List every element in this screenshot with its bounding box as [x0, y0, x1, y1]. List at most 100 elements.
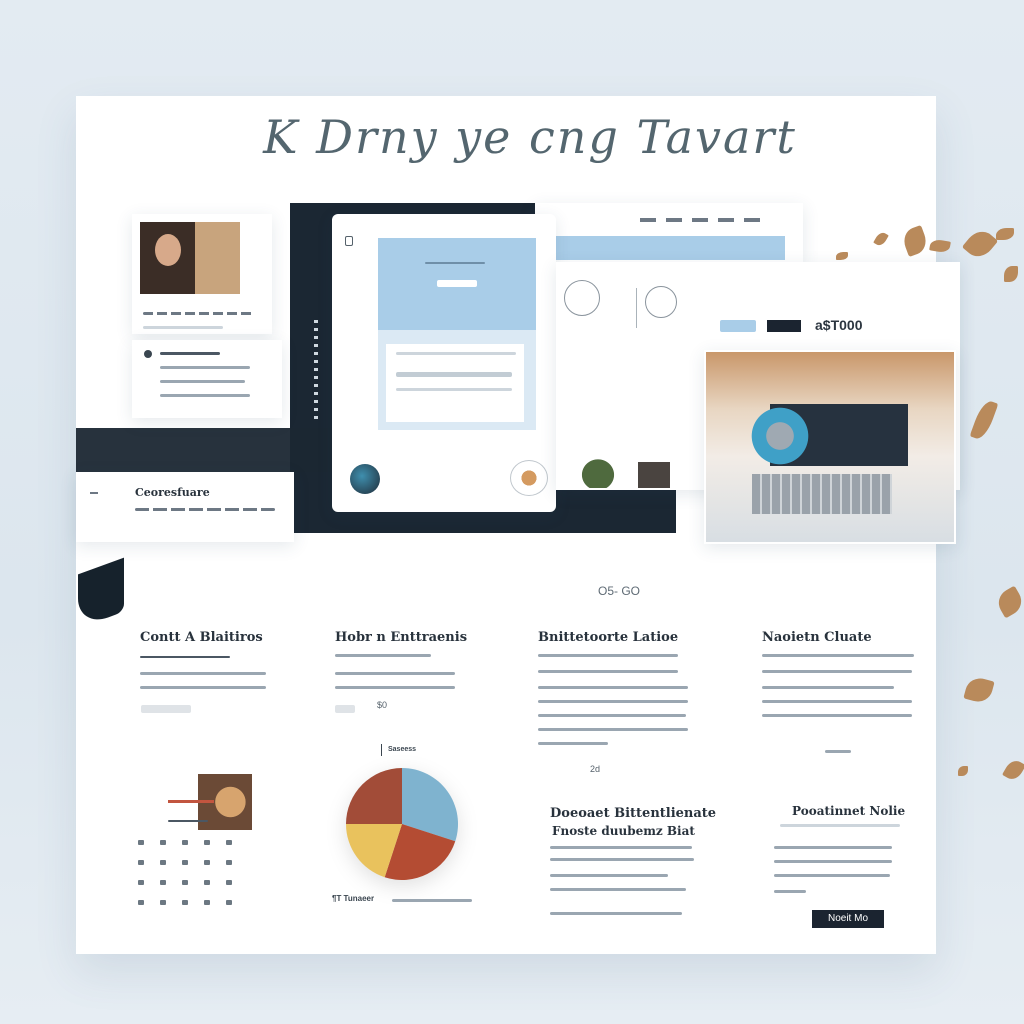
- calendar-title-line: [168, 820, 208, 822]
- calendar-day[interactable]: [160, 840, 166, 845]
- pie-caption: ¶T Tunaeer: [332, 894, 375, 903]
- mid-card-title: Doeoaet Bittentlienate: [550, 806, 717, 821]
- calendar-day[interactable]: [204, 880, 210, 885]
- calendar-day[interactable]: [204, 900, 210, 905]
- calendar-day[interactable]: [160, 860, 166, 865]
- mid-card-line: [550, 912, 682, 915]
- thumbnail-image: [638, 462, 670, 488]
- pie-caption-line: [392, 899, 472, 902]
- price-tag: a$T000: [815, 317, 863, 333]
- column-line: [538, 728, 688, 731]
- left-footer-line: [135, 508, 275, 511]
- play-icon[interactable]: [748, 404, 812, 468]
- right-card-line: [774, 874, 890, 877]
- column-heading-2: Hobr n Enttraenis: [335, 630, 468, 645]
- tablet-hero-line: [425, 262, 485, 264]
- calendar-day[interactable]: [226, 840, 232, 845]
- feature-circle-icon: [564, 280, 600, 316]
- leaf-decoration: [961, 225, 999, 263]
- tablet-form-field[interactable]: [396, 352, 516, 355]
- column-line: [762, 700, 912, 703]
- browser-hero-strip: [555, 236, 785, 260]
- feature-circle-icon-2: [645, 286, 677, 318]
- column-heading-4: Naoietn Cluate: [762, 630, 872, 645]
- left-footer-card: [76, 472, 294, 542]
- right-card-line: [774, 860, 892, 863]
- calendar-day[interactable]: [138, 860, 144, 865]
- calendar-grid[interactable]: [138, 840, 256, 920]
- tablet-form-field[interactable]: [396, 388, 512, 391]
- column-line: [762, 686, 894, 689]
- right-card-title: Pooatinnet Nolie: [792, 804, 906, 818]
- browser-nav-links[interactable]: [640, 218, 760, 222]
- laptop-keyboard: [752, 474, 892, 514]
- profile-face: [155, 234, 181, 266]
- calendar-day[interactable]: [138, 840, 144, 845]
- column-line: [538, 742, 608, 745]
- list-icon: [144, 350, 152, 358]
- calendar-day[interactable]: [226, 880, 232, 885]
- calendar-day[interactable]: [204, 860, 210, 865]
- mid-card-line: [550, 858, 694, 861]
- leaf-decoration: [958, 766, 968, 776]
- tag-button[interactable]: [720, 320, 756, 332]
- calendar-day[interactable]: [182, 860, 188, 865]
- mid-card-line: [550, 874, 668, 877]
- calendar-day[interactable]: [226, 900, 232, 905]
- right-card-line: [774, 890, 806, 893]
- list-row: [160, 394, 250, 397]
- plant-image: [566, 444, 630, 488]
- calendar-day[interactable]: [138, 880, 144, 885]
- center-caption: O5- GO: [598, 584, 641, 598]
- leaf-decoration: [996, 228, 1014, 240]
- leaf-decoration: [1002, 757, 1024, 783]
- column-heading-3: Bnittetoorte Latioe: [538, 630, 679, 645]
- calendar-day[interactable]: [226, 860, 232, 865]
- column-heading-1: Contt A Blaitiros: [140, 630, 263, 645]
- leaf-decoration: [969, 398, 999, 442]
- leaf-decoration: [993, 585, 1024, 619]
- mid-card-line: [550, 888, 686, 891]
- dark-strip: [76, 428, 336, 472]
- column-line: [762, 714, 912, 717]
- left-footer-heading: Ceoresfuare: [135, 486, 210, 499]
- list-row: [160, 352, 220, 355]
- column-line: [538, 700, 688, 703]
- column-line: [335, 672, 455, 675]
- pie-legend-marker: [381, 744, 382, 756]
- column-line: [140, 656, 230, 658]
- dot-rail: [314, 320, 318, 420]
- column-line: [762, 654, 914, 657]
- tablet-hero-button[interactable]: [437, 280, 477, 287]
- profile-photo: [140, 222, 240, 294]
- tablet-leaf-icon: [510, 460, 548, 496]
- column-2-value: $0: [377, 700, 388, 710]
- calendar-day[interactable]: [182, 880, 188, 885]
- calendar-day[interactable]: [182, 900, 188, 905]
- column-2-button[interactable]: [335, 705, 355, 713]
- pie-slice: [346, 768, 402, 824]
- right-card-line: [780, 824, 900, 827]
- profile-meta-line: [143, 312, 253, 315]
- list-row: [160, 366, 250, 369]
- column-line: [762, 670, 912, 673]
- column-line: [335, 686, 455, 689]
- column-line: [140, 672, 266, 675]
- column-line: [825, 750, 851, 753]
- calendar-tag: [168, 800, 214, 803]
- calendar-day[interactable]: [204, 840, 210, 845]
- column-1-button[interactable]: [141, 705, 191, 713]
- calendar-day[interactable]: [138, 900, 144, 905]
- cta-button[interactable]: Noeit Mo: [812, 910, 884, 928]
- column-line: [538, 714, 686, 717]
- calendar-day[interactable]: [160, 880, 166, 885]
- list-row: [160, 380, 245, 383]
- calendar-day[interactable]: [182, 840, 188, 845]
- mid-card-subtitle: Fnoste duubemz Biat: [552, 824, 695, 838]
- calendar-day[interactable]: [160, 900, 166, 905]
- pie-legend-label: Saseess: [388, 746, 417, 753]
- dark-tag-button[interactable]: [767, 320, 801, 332]
- tablet-form-field[interactable]: [396, 372, 512, 377]
- tablet-back-icon[interactable]: [345, 236, 353, 246]
- leaf-decoration: [963, 675, 995, 705]
